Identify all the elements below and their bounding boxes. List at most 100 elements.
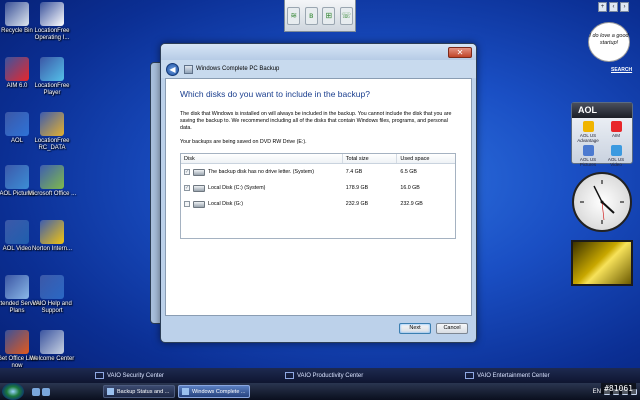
desktop-icon[interactable]: VAIO Help and Support — [27, 275, 77, 315]
main-taskbar: Backup Status and ... Windows Complete ..… — [0, 383, 640, 400]
saved-location-text: Your backups are being saved on DVD RW D… — [180, 139, 307, 145]
drive-icon — [193, 184, 205, 192]
disk-cell: ✓ Local Disk (C:) (System) — [181, 184, 343, 192]
desktop-app-icon — [40, 275, 64, 299]
column-disk[interactable]: Disk — [181, 154, 343, 163]
desktop-icon-label: Norton Intern... — [31, 246, 73, 252]
vaio-item-icon — [95, 372, 104, 379]
note-bubble: I do love a good startup! — [588, 22, 630, 62]
window-title: Windows Complete PC Backup — [184, 64, 280, 74]
desktop-app-icon — [40, 165, 64, 189]
desktop-icon-label: Microsoft Office ... — [27, 191, 77, 197]
desktop-app-icon — [5, 112, 29, 136]
desktop-app-icon — [5, 330, 29, 354]
search-link[interactable]: SEARCH — [611, 67, 632, 73]
total-size-cell: 7.4 GB — [345, 169, 363, 175]
top-quick-toolbar: ≋ ʙ ⊞ ☏ — [284, 0, 356, 32]
vaio-bar-item[interactable]: VAIO Security Center — [95, 372, 164, 379]
desktop-app-icon — [40, 112, 64, 136]
quick-launch — [32, 387, 50, 396]
desktop-icon[interactable]: LocationFree Player — [27, 57, 77, 97]
used-space-cell: 6.5 GB — [400, 169, 417, 175]
window-footer: Next Cancel — [165, 318, 472, 338]
task-app-icon — [182, 388, 189, 395]
aol-gadget-item[interactable]: AOL US Pictures — [575, 145, 601, 167]
window-title-text: Windows Complete PC Backup — [196, 66, 280, 72]
image-watermark: #81061 — [601, 383, 636, 394]
vaio-bar: VAIO Security Center VAIO Productivity Ce… — [0, 368, 640, 383]
backup-window: ✕ ◀ Windows Complete PC Backup Which dis… — [160, 43, 477, 343]
desktop-icon[interactable]: Norton Intern... — [27, 220, 77, 253]
taskbar-button[interactable]: Windows Complete ... — [178, 385, 250, 398]
language-indicator[interactable]: EN — [593, 389, 601, 395]
clock-gadget[interactable] — [572, 172, 632, 232]
aol-gadget: AOL AOL US Advantage AIM AOL US Pictures AO… — [571, 102, 633, 167]
total-size-cell: 232.9 GB — [345, 201, 369, 207]
drive-icon — [193, 168, 205, 176]
desktop-icon[interactable]: LocationFree RC_DATA — [27, 112, 77, 152]
disk-checkbox[interactable]: ✓ — [184, 169, 190, 175]
used-space-cell: 232.9 GB — [400, 201, 423, 207]
disk-checkbox[interactable] — [184, 201, 190, 207]
phone-icon[interactable]: ☏ — [339, 6, 353, 25]
disk-name: Local Disk (C:) (System) — [208, 185, 266, 191]
start-button[interactable] — [2, 383, 24, 400]
wifi-icon[interactable]: ≋ — [287, 6, 301, 25]
sidebar-controls: + ‹ › — [598, 2, 634, 16]
task-label: Windows Complete ... — [192, 388, 246, 395]
aol-item-icon — [582, 145, 594, 156]
aol-item-label: AOL US Advantage — [577, 133, 599, 143]
desktop-app-icon — [5, 165, 29, 189]
window-navbar: ◀ Windows Complete PC Backup — [161, 60, 476, 78]
taskbar: VAIO Security Center VAIO Productivity Ce… — [0, 368, 640, 400]
disk-cell: ✓ The backup disk has no drive letter. (S… — [181, 168, 343, 176]
backup-app-icon — [184, 64, 193, 74]
vaio-bar-item[interactable]: VAIO Productivity Center — [285, 372, 363, 379]
vaio-item-label: VAIO Productivity Center — [297, 372, 364, 379]
aol-gadget-item[interactable]: AOL US Advantage — [575, 121, 601, 143]
close-button[interactable]: ✕ — [448, 46, 472, 58]
desktop-icon[interactable]: LocationFree Operating I... — [27, 2, 77, 42]
desktop-app-icon — [5, 2, 29, 26]
show-desktop-icon[interactable] — [32, 387, 40, 396]
sidebar-add-icon[interactable]: + — [598, 2, 607, 12]
total-size-cell: 178.9 GB — [345, 185, 369, 191]
desktop-app-icon — [40, 57, 64, 81]
slideshow-gadget[interactable] — [571, 240, 633, 286]
desktop-icon-label: LocationFree Operating I... — [34, 28, 70, 41]
next-button[interactable]: Next — [399, 322, 431, 334]
aol-gadget-item[interactable]: AIM — [603, 121, 629, 143]
desktop-icon-label: VAIO Help and Support — [32, 301, 72, 314]
desktop-icon[interactable]: Microsoft Office ... — [27, 165, 77, 198]
desktop-app-icon — [40, 330, 64, 354]
network-icon[interactable]: ⊞ — [322, 6, 336, 25]
desktop-icon[interactable]: Welcome Center — [27, 330, 77, 363]
taskbar-button[interactable]: Backup Status and ... — [103, 385, 175, 398]
desktop-app-icon — [5, 57, 29, 81]
window-titlebar[interactable]: ✕ — [161, 44, 476, 60]
column-used-space[interactable]: Used space — [397, 154, 455, 163]
disk-row[interactable]: Local Disk (G:) 232.9 GB 232.9 GB — [181, 196, 455, 212]
disk-name: Local Disk (G:) — [208, 201, 244, 207]
drive-icon — [193, 200, 205, 208]
task-label: Backup Status and ... — [117, 388, 170, 395]
cancel-button[interactable]: Cancel — [436, 322, 468, 334]
column-total-size[interactable]: Total size — [343, 154, 398, 163]
disk-cell: Local Disk (G:) — [181, 200, 343, 208]
back-button[interactable]: ◀ — [166, 62, 179, 76]
page-heading: Which disks do you want to include in th… — [180, 89, 370, 99]
disk-table: Disk Total size Used space ✓ The backup d… — [180, 153, 456, 239]
aol-item-label: AOL US Video — [607, 157, 625, 167]
aol-item-label: AIM — [611, 133, 620, 138]
disk-row[interactable]: ✓ Local Disk (C:) (System) 178.9 GB 16.0 GB — [181, 180, 455, 196]
sidebar-next-icon[interactable]: › — [620, 2, 629, 12]
vaio-bar-item[interactable]: VAIO Entertainment Center — [465, 372, 550, 379]
disk-row[interactable]: ✓ The backup disk has no drive letter. (S… — [181, 164, 455, 180]
sidebar-prev-icon[interactable]: ‹ — [609, 2, 618, 12]
disk-checkbox[interactable]: ✓ — [184, 185, 190, 191]
switch-windows-icon[interactable] — [42, 387, 50, 396]
aol-gadget-item[interactable]: AOL US Video — [603, 145, 629, 167]
bluetooth-icon[interactable]: ʙ — [304, 6, 318, 25]
description-text: The disk that Windows is installed on wi… — [180, 111, 452, 131]
vaio-item-label: VAIO Entertainment Center — [477, 372, 550, 379]
